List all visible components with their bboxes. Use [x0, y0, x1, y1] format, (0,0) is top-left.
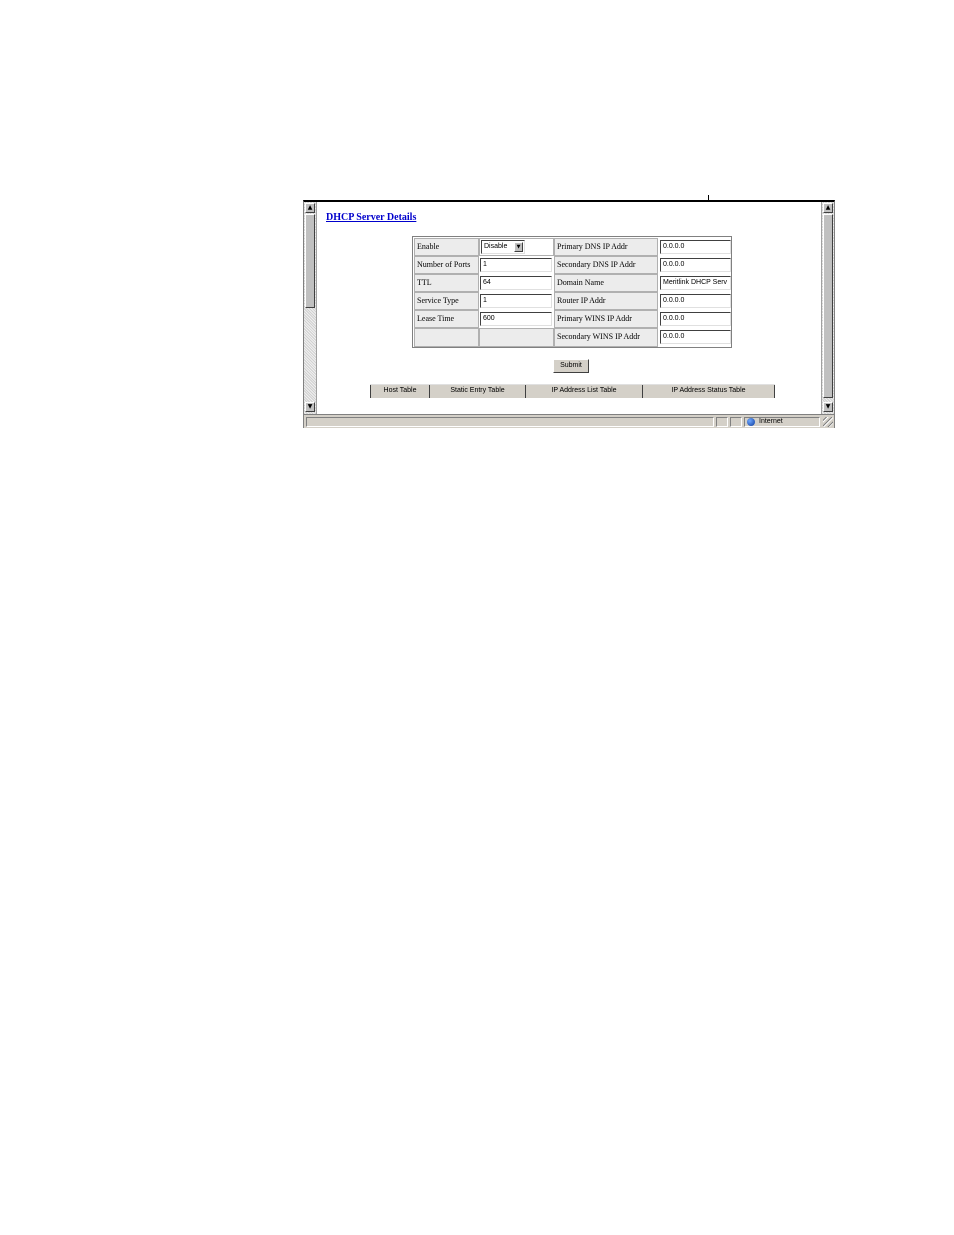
scroll-thumb[interactable]: [305, 214, 315, 308]
submit-button[interactable]: Submit: [553, 359, 589, 373]
primary-dns-input[interactable]: 0.0.0.0: [660, 240, 731, 254]
dhcp-settings-table: Enable Disable ▼ Primary DNS IP Addr 0.0…: [412, 236, 732, 348]
domain-name-input[interactable]: Meritlink DHCP Serv: [660, 276, 731, 290]
number-of-ports-input[interactable]: 1: [480, 258, 552, 272]
router-ip-label: Router IP Addr: [554, 292, 658, 310]
scroll-thumb[interactable]: [823, 214, 833, 398]
page-content: DHCP Server Details Enable Disable ▼ Pri…: [318, 202, 822, 414]
secondary-wins-label: Secondary WINS IP Addr: [554, 328, 658, 347]
chevron-down-icon[interactable]: ▼: [514, 242, 523, 252]
secondary-dns-input[interactable]: 0.0.0.0: [660, 258, 731, 272]
status-panel: [716, 417, 728, 427]
zone-label: Internet: [759, 418, 783, 425]
primary-wins-input[interactable]: 0.0.0.0: [660, 312, 731, 326]
scroll-down-icon[interactable]: ▼: [823, 402, 833, 412]
enable-select-value: Disable: [484, 243, 508, 250]
service-type-input[interactable]: 1: [480, 294, 552, 308]
bottom-nav-bar: Host Table Static Entry Table IP Address…: [370, 384, 775, 398]
host-table-button[interactable]: Host Table: [370, 385, 429, 398]
secondary-dns-label: Secondary DNS IP Addr: [554, 256, 658, 274]
globe-icon: [747, 418, 755, 426]
empty-cell: [479, 328, 554, 347]
static-entry-table-button[interactable]: Static Entry Table: [429, 385, 525, 398]
secondary-wins-input[interactable]: 0.0.0.0: [660, 330, 731, 344]
primary-dns-label: Primary DNS IP Addr: [554, 238, 658, 256]
ttl-input[interactable]: 64: [480, 276, 552, 290]
left-scrollbar[interactable]: ▲ ▼: [304, 202, 317, 414]
empty-cell: [414, 328, 479, 347]
primary-wins-label: Primary WINS IP Addr: [554, 310, 658, 328]
ip-address-list-table-button[interactable]: IP Address List Table: [525, 385, 642, 398]
browser-window: ▲ ▼ DHCP Server Details Enable Disable ▼…: [303, 200, 835, 428]
service-type-label: Service Type: [414, 292, 479, 310]
lease-time-label: Lease Time: [414, 310, 479, 328]
lease-time-input[interactable]: 600: [480, 312, 552, 326]
status-bar: Internet: [304, 414, 834, 428]
right-scrollbar[interactable]: ▲ ▼: [821, 202, 834, 414]
number-of-ports-label: Number of Ports: [414, 256, 479, 274]
ttl-label: TTL: [414, 274, 479, 292]
scroll-up-icon[interactable]: ▲: [823, 203, 833, 213]
status-panel-main: [306, 417, 714, 427]
enable-select[interactable]: Disable ▼: [481, 240, 525, 254]
ip-address-status-table-button[interactable]: IP Address Status Table: [642, 385, 775, 398]
status-panel: [730, 417, 742, 427]
page-title[interactable]: DHCP Server Details: [326, 212, 416, 223]
domain-name-label: Domain Name: [554, 274, 658, 292]
enable-label: Enable: [414, 238, 479, 256]
scroll-up-icon[interactable]: ▲: [305, 203, 315, 213]
router-ip-input[interactable]: 0.0.0.0: [660, 294, 731, 308]
scroll-down-icon[interactable]: ▼: [305, 402, 315, 412]
resize-grip-icon[interactable]: [823, 417, 833, 427]
